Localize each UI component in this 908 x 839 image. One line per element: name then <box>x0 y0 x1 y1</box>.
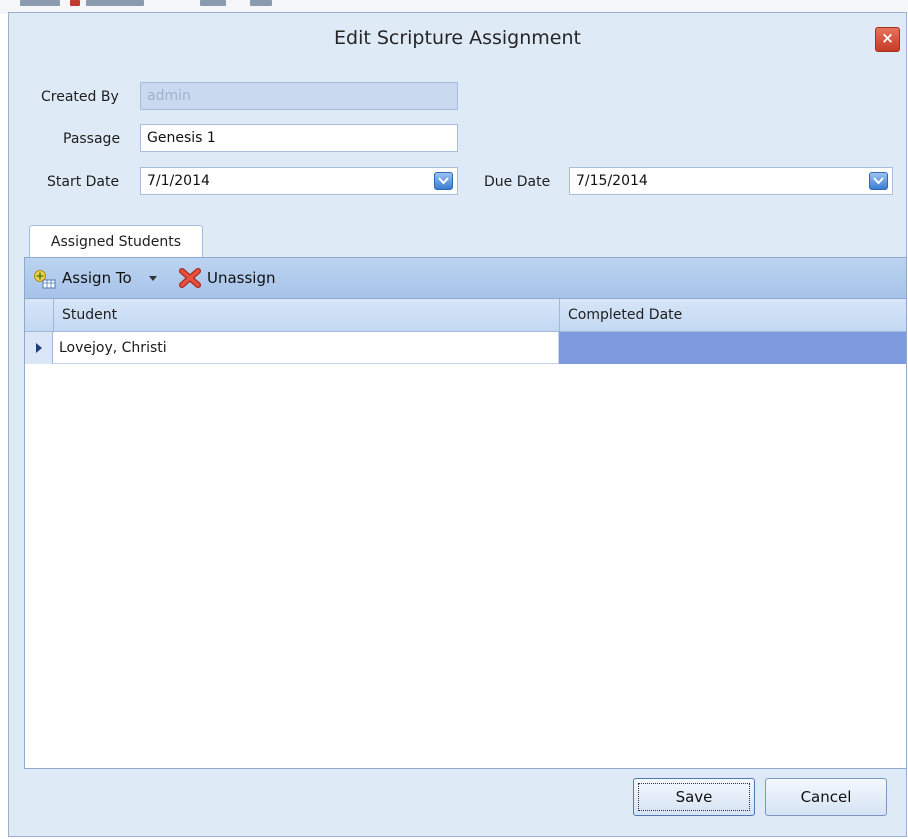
current-row-arrow-icon <box>36 343 42 353</box>
focus-rectangle <box>638 783 750 811</box>
save-button[interactable]: Save <box>633 778 755 816</box>
unassign-button[interactable]: Unassign <box>179 258 299 298</box>
assigned-students-panel: Assign To Unassign Student Completed Dat… <box>24 257 907 769</box>
close-icon: × <box>881 29 894 47</box>
due-date-value: 7/15/2014 <box>576 173 648 189</box>
column-header-completed-date[interactable]: Completed Date <box>559 299 906 331</box>
close-button[interactable]: × <box>875 27 900 52</box>
start-date-dropdown-button[interactable] <box>434 172 453 190</box>
background-toolbar-fragment <box>250 0 272 6</box>
column-header-student[interactable]: Student <box>53 299 559 331</box>
start-date-label: Start Date <box>47 174 120 190</box>
row-indicator[interactable] <box>25 332 53 364</box>
edit-scripture-assignment-dialog: Edit Scripture Assignment × Created By a… <box>8 12 907 837</box>
due-date-dropdown-button[interactable] <box>869 172 888 190</box>
start-date-picker[interactable]: 7/1/2014 <box>140 167 458 195</box>
background-toolbar-fragment <box>200 0 226 6</box>
tab-assigned-students[interactable]: Assigned Students <box>29 225 203 258</box>
dialog-title: Edit Scripture Assignment <box>334 27 581 49</box>
unassign-label: Unassign <box>207 269 276 287</box>
chevron-down-icon <box>438 177 449 185</box>
cell-student[interactable]: Lovejoy, Christi <box>53 332 559 364</box>
background-toolbar-fragment <box>86 0 144 6</box>
title-bar[interactable]: Edit Scripture Assignment × <box>9 13 906 65</box>
passage-field[interactable]: Genesis 1 <box>140 124 458 152</box>
grid-header: Student Completed Date <box>25 299 906 332</box>
background-toolbar-fragment <box>70 0 80 6</box>
due-date-picker[interactable]: 7/15/2014 <box>569 167 893 195</box>
caret-down-icon <box>149 276 157 281</box>
add-user-icon <box>34 270 56 289</box>
assign-to-button[interactable]: Assign To <box>33 258 163 298</box>
created-by-label: Created By <box>41 89 119 105</box>
row-indicator-header <box>25 299 53 331</box>
grid-toolbar: Assign To Unassign <box>25 258 906 299</box>
created-by-field: admin <box>140 82 458 110</box>
cancel-button-label: Cancel <box>800 788 852 806</box>
cell-completed-date[interactable] <box>559 332 906 364</box>
table-row[interactable]: Lovejoy, Christi <box>25 332 906 364</box>
due-date-label: Due Date <box>484 174 551 190</box>
passage-label: Passage <box>63 131 121 147</box>
background-toolbar-fragment <box>20 0 60 6</box>
chevron-down-icon <box>873 177 884 185</box>
delete-x-icon <box>179 268 201 288</box>
assign-to-label: Assign To <box>62 269 132 287</box>
cancel-button[interactable]: Cancel <box>765 778 887 816</box>
start-date-value: 7/1/2014 <box>147 173 210 189</box>
